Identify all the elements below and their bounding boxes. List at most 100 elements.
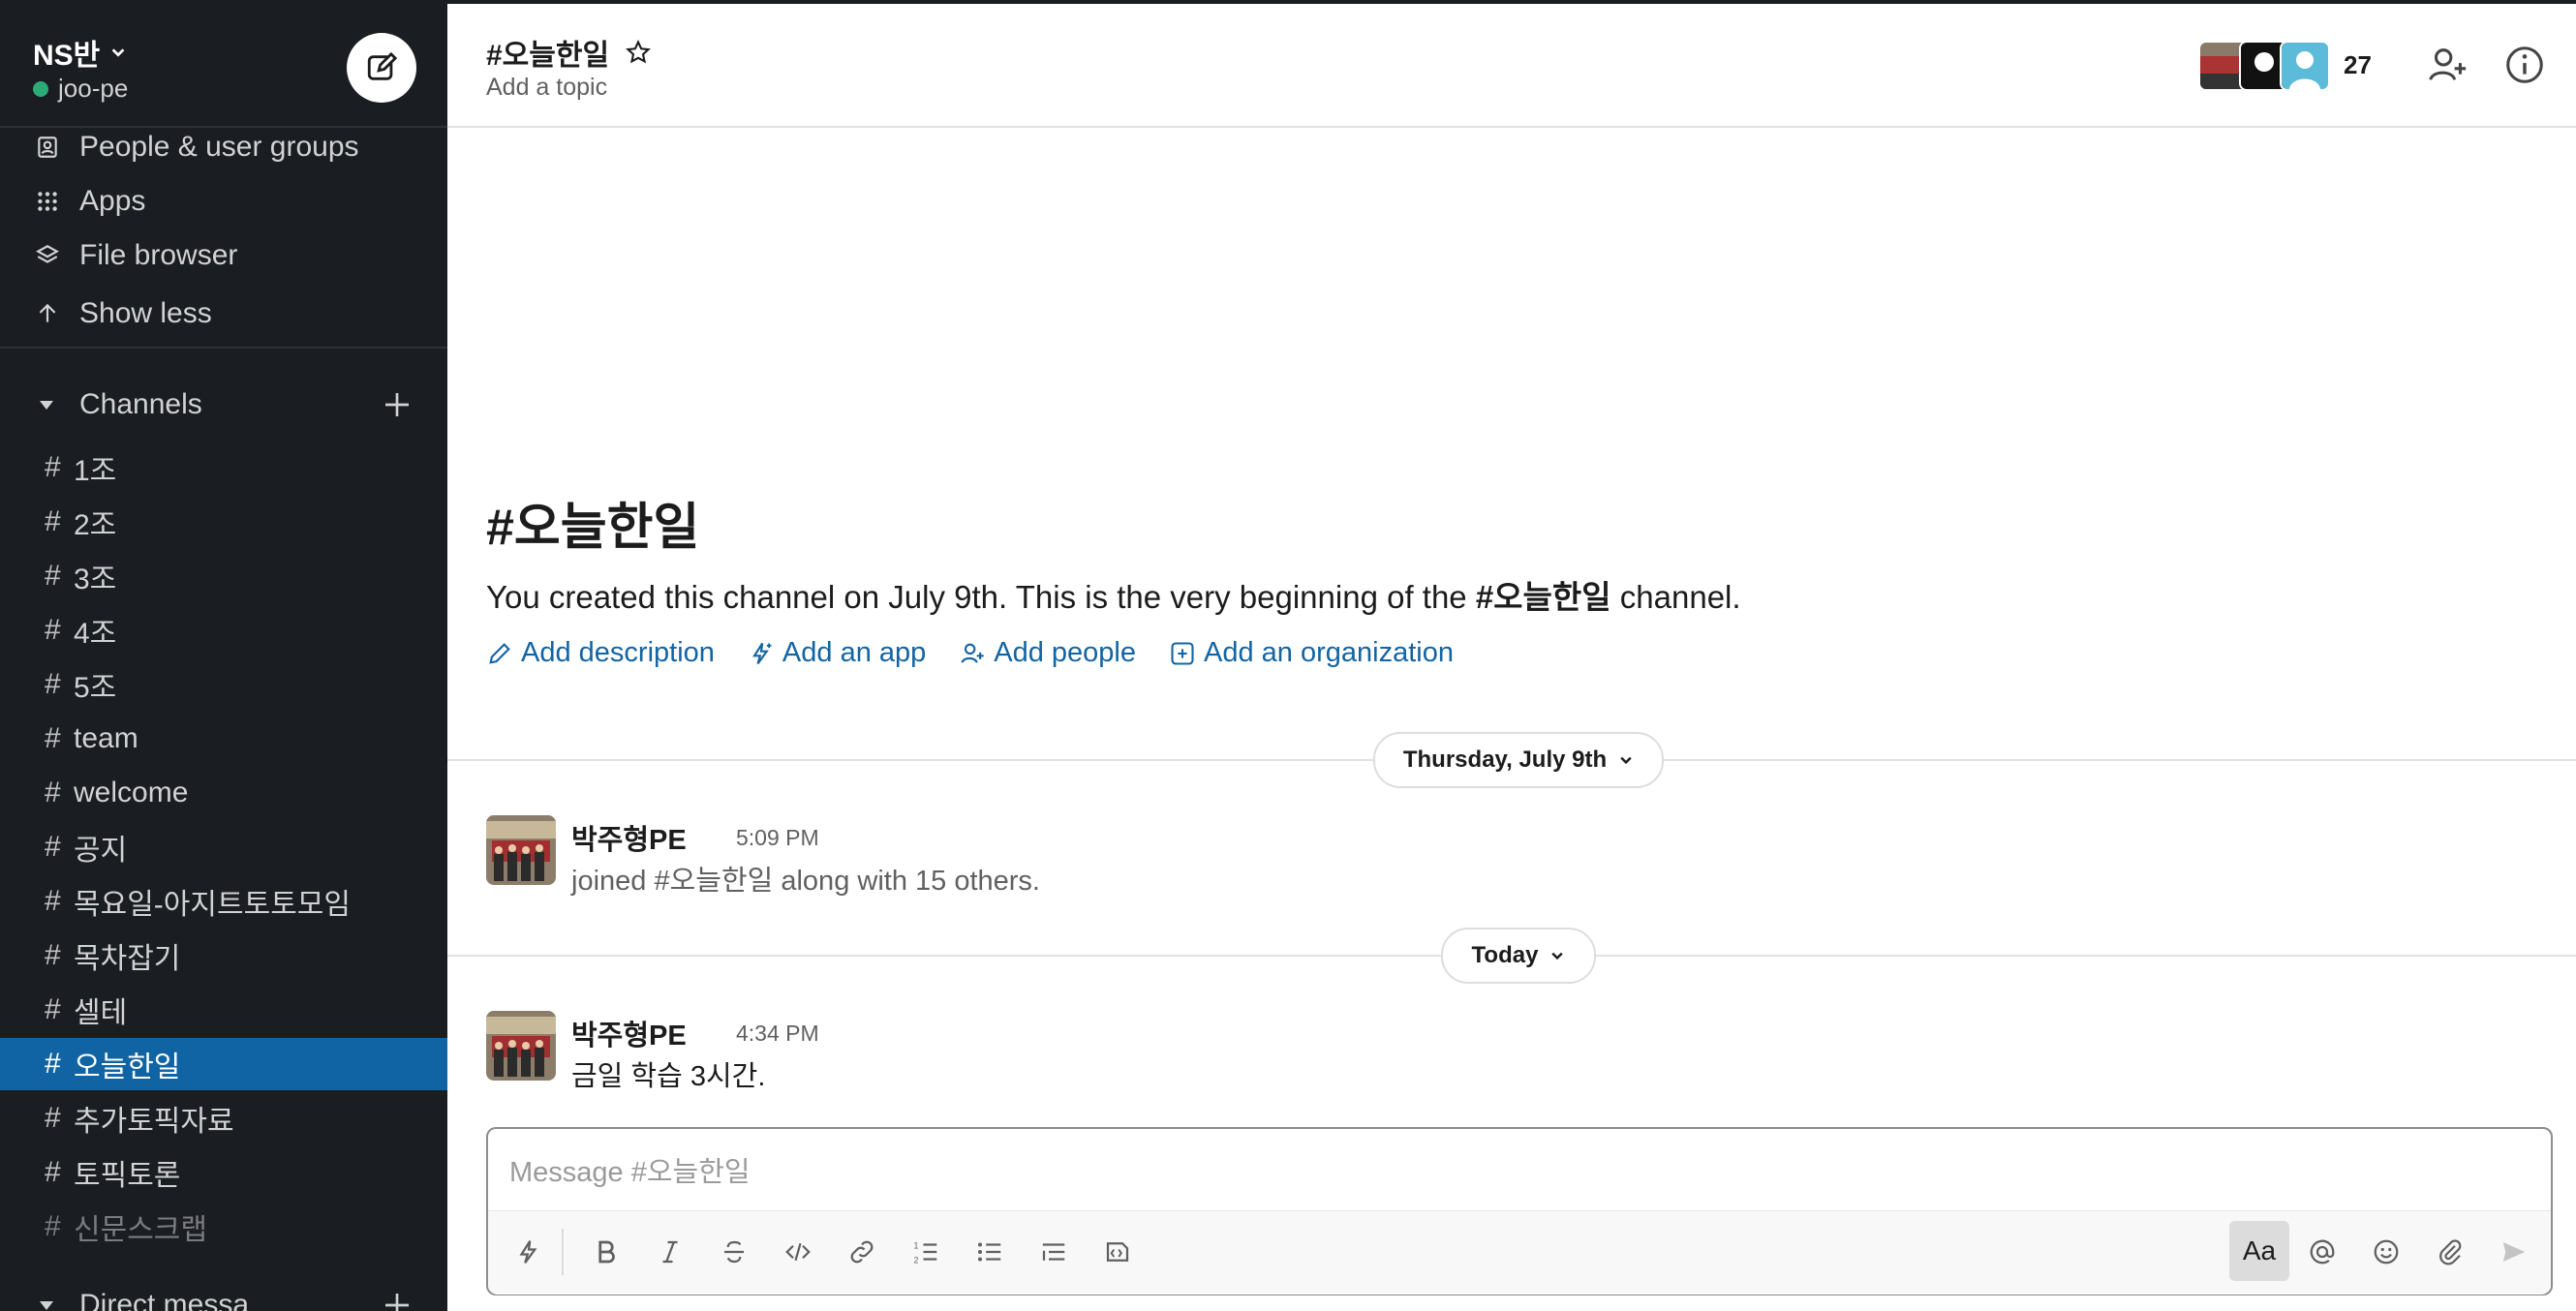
channel-item-2조[interactable]: #2조 [0,496,447,548]
hash-icon: # [45,777,61,808]
date-jump-button[interactable]: Today [1441,928,1596,984]
shortcuts-button[interactable] [506,1229,552,1275]
attach-button[interactable] [2427,1229,2473,1275]
channel-intro-title: #오늘한일 [486,500,700,556]
add-dm-icon[interactable] [382,1290,413,1311]
sidebar-item-people[interactable]: People & user groups [0,120,447,174]
channel-title[interactable]: #오늘한일 [486,31,652,74]
message-text: 금일 학습 3시간. [571,1061,766,1092]
sparkle-bolt-icon [751,642,772,664]
workspace-header[interactable]: NS반 joo-pe [0,4,447,128]
channel-name: 목차잡기 [74,943,181,975]
add-organization-link[interactable]: Add an organization [1169,637,1454,669]
channel-item-공지[interactable]: # 공지 [0,821,447,873]
channel-name: 토픽토론 [74,1160,181,1192]
channel-item-5조[interactable]: #5조 [0,658,447,711]
emoji-icon [2374,1239,2399,1265]
workspace-name[interactable]: NS반 [33,31,127,74]
paperclip-icon [2439,1239,2462,1265]
numbered-list-button[interactable]: 12 [903,1229,949,1275]
channel-item-토픽토론[interactable]: # 토픽토론 [0,1146,447,1199]
channels-section-header[interactable]: Channels [0,378,447,432]
code-icon [785,1242,811,1262]
numbered-list-icon: 12 [914,1240,937,1265]
strikethrough-icon [724,1240,744,1264]
current-user-name: joo-pe [58,74,129,103]
channel-item-오늘한일[interactable]: # 오늘한일 [0,1038,447,1090]
channel-item-추가토픽자료[interactable]: # 추가토픽자료 [0,1092,447,1144]
info-icon[interactable] [2502,43,2547,87]
add-description-label: Add description [521,637,715,668]
intro-channel-name: #오늘한일 [1475,579,1611,615]
message-author[interactable]: 박주형PE [571,817,687,858]
channel-title-label: #오늘한일 [486,40,610,72]
hash-icon: # [45,993,61,1025]
arrow-up-icon [33,299,62,328]
code-block-button[interactable] [1094,1229,1141,1275]
channel-intro-text: You created this channel on July 9th. Th… [486,571,1741,618]
channel-name: 셀테 [74,997,128,1029]
channel-item-목차잡기[interactable]: # 목차잡기 [0,930,447,982]
direct-messages-section-label: Direct messa [79,1289,250,1311]
channel-item-1조[interactable]: #1조 [0,442,447,494]
pencil-icon [489,642,510,664]
emoji-button[interactable] [2363,1229,2409,1275]
chevron-down-icon [1551,952,1564,960]
sidebar-divider [0,347,447,349]
star-icon[interactable] [625,39,652,66]
channel-topic[interactable]: Add a topic [486,74,607,102]
link-button[interactable] [839,1229,885,1275]
avatar[interactable] [486,815,556,885]
blockquote-button[interactable] [1030,1229,1077,1275]
add-channel-icon[interactable] [382,389,413,420]
workspace-name-label: NS반 [33,40,101,72]
add-app-link[interactable]: Add an app [748,637,926,669]
formatting-toggle-button[interactable]: Aa [2229,1221,2289,1281]
message-input[interactable] [507,1148,2526,1197]
channel-item-4조[interactable]: #4조 [0,604,447,656]
layers-icon [33,241,62,270]
bulleted-list-button[interactable] [966,1229,1013,1275]
presence-active-icon [33,80,48,97]
hash-icon: # [45,939,61,971]
message-timestamp[interactable]: 5:09 PM [736,825,819,851]
avatar [2280,41,2330,91]
member-count[interactable]: 27 [2344,50,2372,80]
date-jump-button[interactable]: Thursday, July 9th [1373,732,1664,788]
message-timestamp[interactable]: 4:34 PM [736,1021,819,1047]
message-author[interactable]: 박주형PE [571,1013,687,1053]
at-sign-icon [2310,1239,2335,1265]
add-description-link[interactable]: Add description [486,637,715,669]
channel-header: #오늘한일 Add a topic 27 [447,4,2576,128]
channel-item-셀테[interactable]: # 셀테 [0,984,447,1036]
mention-button[interactable] [2299,1229,2346,1275]
bold-button[interactable] [583,1229,629,1275]
channel-item-team[interactable]: # team [0,713,447,765]
avatar[interactable] [486,1011,556,1081]
channel-item-welcome[interactable]: # welcome [0,767,447,819]
message-composer: 12 Aa [486,1127,2553,1296]
channel-name: team [74,722,138,754]
strikethrough-button[interactable] [711,1229,757,1275]
channel-item-3조[interactable]: #3조 [0,550,447,602]
channel-item-목요일-아지트토토모임[interactable]: # 목요일-아지트토토모임 [0,875,447,928]
sidebar-item-label: Apps [79,185,146,217]
direct-messages-section-header[interactable]: Direct messa [0,1278,447,1311]
hash-icon: # [45,668,61,700]
date-label: Today [1471,942,1539,968]
hash-icon: # [45,1102,61,1134]
add-member-icon[interactable] [2425,43,2469,87]
member-avatars[interactable] [2198,41,2330,91]
italic-button[interactable] [647,1229,693,1275]
sidebar-item-file-browser[interactable]: File browser [0,229,447,283]
channel-item-신문스크랩[interactable]: # 신문스크랩 [0,1201,447,1253]
svg-text:1: 1 [914,1240,919,1250]
add-app-label: Add an app [782,637,927,668]
channel-name: 추가토픽자료 [74,1106,234,1138]
compose-button[interactable] [347,33,416,103]
send-button[interactable] [2491,1229,2537,1275]
add-people-link[interactable]: Add people [959,637,1136,669]
sidebar-item-show-less[interactable]: Show less [0,287,447,341]
sidebar-item-apps[interactable]: Apps [0,174,447,229]
code-button[interactable] [775,1229,821,1275]
